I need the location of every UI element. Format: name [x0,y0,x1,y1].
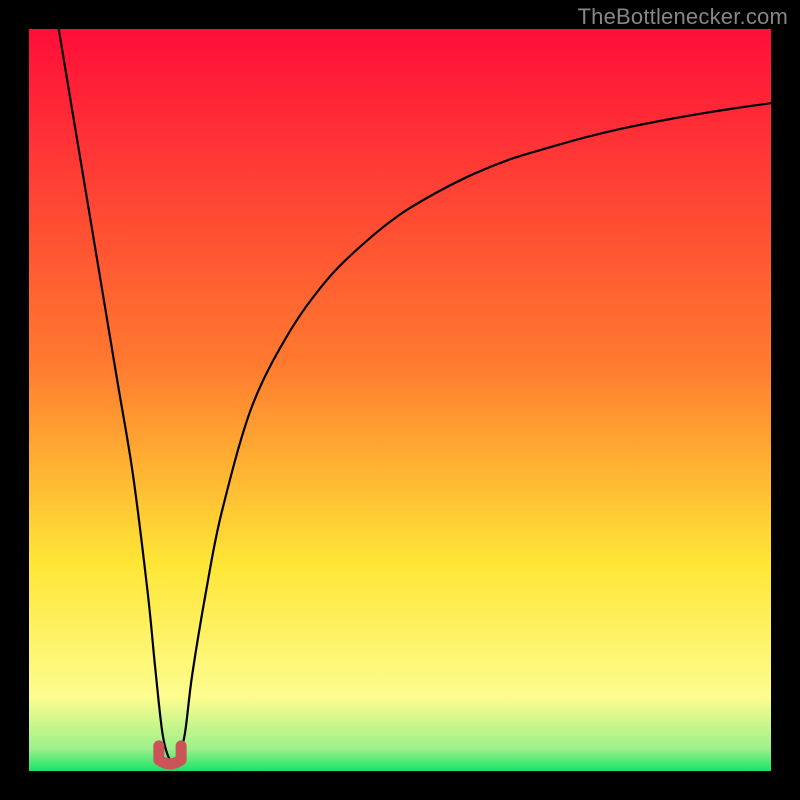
watermark-text: TheBottlenecker.com [578,4,788,30]
bottleneck-curve [29,29,771,771]
plot-area [29,29,771,771]
outer-frame: TheBottlenecker.com [0,0,800,800]
